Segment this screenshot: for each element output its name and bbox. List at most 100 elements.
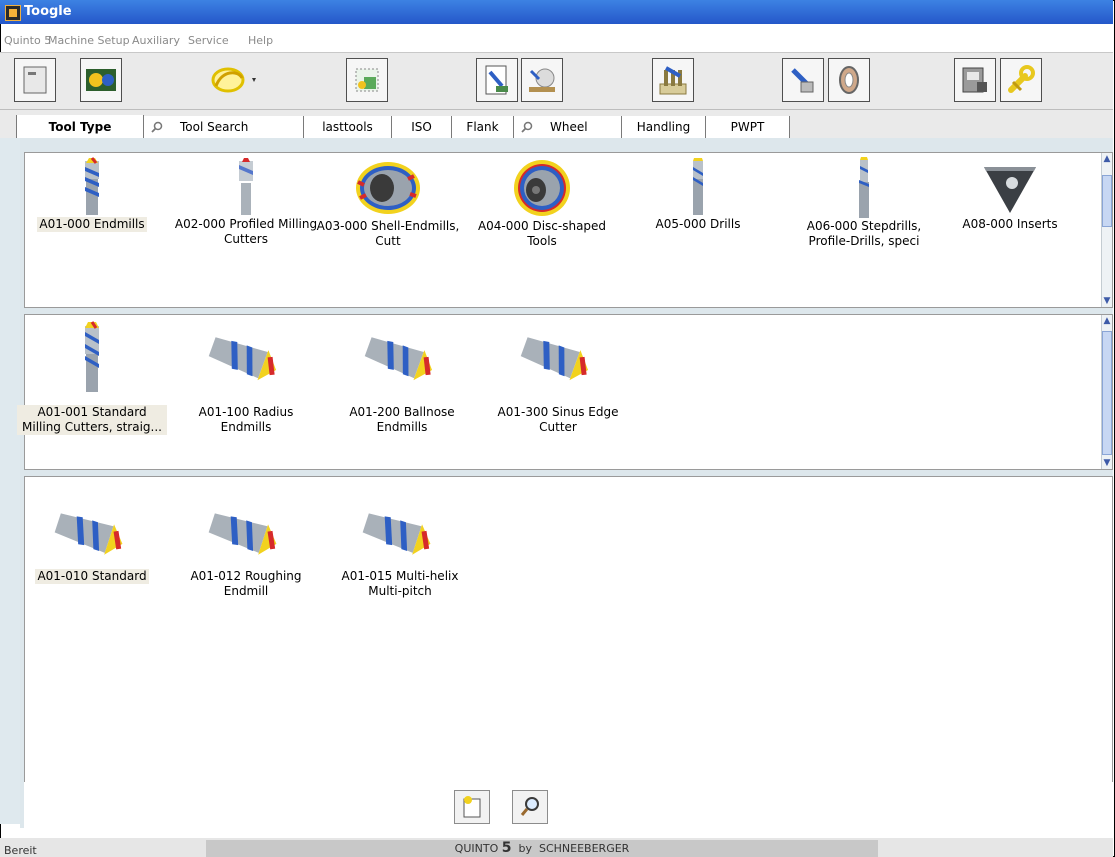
side-strip — [0, 138, 20, 824]
type-tile[interactable]: A01-012 Roughing Endmill — [171, 499, 321, 599]
subcategory-tile[interactable]: A01-001 Standard Milling Cutters, straig… — [17, 319, 167, 435]
measure-icon — [791, 68, 814, 93]
scroll-up-icon[interactable]: ▲ — [1102, 315, 1112, 327]
tile-caption: A01-001 Standard Milling Cutters, straig… — [17, 405, 167, 435]
machine-button[interactable] — [80, 58, 122, 102]
tile-caption: A01-100 Radius Endmills — [198, 405, 294, 434]
tab-handling[interactable]: Handling — [622, 116, 706, 138]
machine-icon — [86, 69, 116, 91]
grid-view-button[interactable] — [346, 58, 388, 102]
tab-label: Handling — [636, 120, 691, 134]
document-transfer-icon — [485, 65, 508, 95]
type-tile[interactable]: A01-010 Standard — [17, 499, 167, 584]
profiled-cutter-icon — [239, 158, 253, 215]
subcategory-tile[interactable]: A01-300 Sinus Edge Cutter — [483, 319, 633, 435]
grid-view-icon — [355, 68, 379, 92]
category-tile[interactable]: A01-000 Endmills — [17, 157, 167, 232]
menu-service[interactable]: Service — [188, 34, 229, 47]
tab-flank[interactable]: Flank — [452, 116, 514, 138]
status-text: Bereit — [4, 844, 37, 857]
menu-quinto5[interactable]: Quinto 5 — [4, 34, 51, 47]
category-panel: A01-000 Endmills A02-000 Profiled Millin… — [24, 152, 1113, 308]
new-document-icon — [463, 796, 481, 818]
category-tile[interactable]: A05-000 Drills — [623, 157, 773, 232]
new-document-button[interactable] — [454, 790, 490, 824]
document-transfer-button[interactable] — [476, 58, 518, 102]
category-tile[interactable]: A04-000 Disc-shaped Tools — [467, 157, 617, 249]
search-icon — [151, 121, 163, 133]
menu-auxiliary[interactable]: Auxiliary — [132, 34, 180, 47]
scroll-up-icon[interactable]: ▲ — [1102, 153, 1112, 165]
tab-pwpt[interactable]: PWPT — [706, 116, 790, 138]
tab-label: Wheel — [550, 120, 588, 134]
category-tile[interactable]: A08-000 Inserts — [935, 157, 1085, 232]
tab-tool-type[interactable]: Tool Type — [16, 115, 144, 139]
machine-panel-button[interactable] — [954, 58, 996, 102]
tab-wheel[interactable]: Wheel — [514, 116, 622, 138]
machine-panel-icon — [962, 67, 987, 93]
scroll-down-icon[interactable]: ▼ — [1102, 295, 1112, 307]
shell-endmill-icon — [356, 162, 420, 214]
drill-icon — [693, 158, 703, 215]
tile-caption: A01-300 Sinus Edge Cutter — [497, 405, 619, 434]
endmill-icon — [85, 157, 99, 215]
scroll-down-icon[interactable]: ▼ — [1102, 457, 1112, 469]
tile-caption: A01-015 Multi-helix Multi-pitch — [341, 569, 459, 598]
tab-label: PWPT — [730, 120, 765, 134]
window-button[interactable] — [14, 58, 56, 102]
menu-machine-setup[interactable]: Machine Setup — [48, 34, 130, 47]
window-icon — [23, 66, 47, 94]
tab-tool-search[interactable]: Tool Search — [144, 116, 304, 138]
tile-caption: A01-012 Roughing Endmill — [190, 569, 302, 598]
scroll-thumb[interactable] — [1102, 175, 1112, 227]
toolbar — [0, 52, 1113, 110]
tool-holder-icon — [659, 66, 687, 95]
subcategory-tile[interactable]: A01-100 Radius Endmills — [171, 319, 321, 435]
brand-company: SCHNEEBERGER — [538, 842, 630, 855]
tile-caption: A01-200 Ballnose Endmills — [349, 405, 455, 434]
wrench-icon — [1008, 65, 1035, 93]
scroll-thumb[interactable] — [1102, 331, 1112, 455]
tab-lasttools[interactable]: lasttools — [304, 116, 392, 138]
subcategory-tile[interactable]: A01-200 Ballnose Endmills — [327, 319, 477, 435]
tile-caption: A08-000 Inserts — [962, 217, 1058, 231]
brand-by: by — [518, 842, 532, 855]
tile-caption: A05-000 Drills — [655, 217, 741, 231]
tab-label: Tool Type — [48, 120, 112, 134]
status-bar: Bereit QUINTO 5 by SCHNEEBERGER — [0, 838, 1113, 857]
tile-caption: A03-000 Shell-Endmills, Cutt — [316, 219, 460, 248]
category-tile[interactable]: A06-000 Stepdrills, Profile-Drills, spec… — [789, 157, 939, 249]
measure-button[interactable] — [782, 58, 824, 102]
category-scrollbar[interactable]: ▲ ▼ — [1101, 153, 1112, 307]
tool-holder-button[interactable] — [652, 58, 694, 102]
category-tile[interactable]: A03-000 Shell-Endmills, Cutt — [313, 157, 463, 249]
insert-icon — [984, 167, 1036, 213]
wheel-button[interactable] — [828, 58, 870, 102]
tab-label: ISO — [411, 120, 432, 134]
search-button[interactable] — [512, 790, 548, 824]
menu-help[interactable]: Help — [248, 34, 273, 47]
tile-caption: A06-000 Stepdrills, Profile-Drills, spec… — [806, 219, 922, 248]
subcategory-scrollbar[interactable]: ▲ ▼ — [1101, 315, 1112, 469]
tab-iso[interactable]: ISO — [392, 116, 452, 138]
side-cutter-icon — [520, 337, 589, 381]
search-icon — [521, 121, 533, 133]
wheel-icon — [839, 66, 859, 94]
window-title: Toogle — [24, 4, 72, 19]
title-bar: Toogle — [0, 0, 1113, 24]
wrench-button[interactable] — [1000, 58, 1042, 102]
grinding-button[interactable] — [521, 58, 563, 102]
category-tile[interactable]: A02-000 Profiled Milling Cutters — [171, 157, 321, 247]
curve-tool-button[interactable] — [206, 58, 262, 102]
side-cutter-icon — [54, 513, 123, 555]
tab-label: lasttools — [322, 120, 373, 134]
tile-caption: A02-000 Profiled Milling Cutters — [174, 217, 318, 246]
app-icon — [5, 5, 21, 21]
tab-label: Flank — [466, 120, 499, 134]
stepdrill-icon — [859, 157, 869, 218]
menu-bar: Quinto 5 Machine Setup Auxiliary Service… — [0, 30, 1113, 50]
subcategory-panel: A01-001 Standard Milling Cutters, straig… — [17, 314, 1113, 470]
tile-caption: A01-000 Endmills — [37, 217, 147, 232]
side-cutter-icon — [362, 513, 431, 555]
type-tile[interactable]: A01-015 Multi-helix Multi-pitch — [325, 499, 475, 599]
